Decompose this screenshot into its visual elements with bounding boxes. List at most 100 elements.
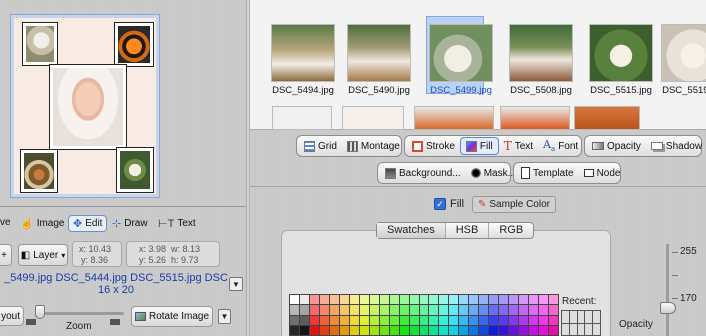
color-swatch[interactable] [519, 325, 529, 335]
color-swatch[interactable] [369, 325, 379, 335]
fill-checkbox[interactable]: ✓ [434, 198, 446, 210]
color-swatch[interactable] [329, 295, 339, 305]
color-swatch[interactable] [549, 295, 558, 305]
color-swatch[interactable] [309, 295, 319, 305]
color-swatch[interactable] [389, 305, 399, 315]
color-swatch[interactable] [459, 295, 469, 305]
color-swatch[interactable] [529, 305, 539, 315]
color-swatch[interactable] [439, 305, 449, 315]
thumbnail-item[interactable]: DSC_5508.jpg [504, 16, 578, 96]
color-swatch[interactable] [429, 315, 439, 325]
color-swatch[interactable] [359, 315, 369, 325]
color-swatch[interactable] [459, 325, 469, 335]
swatch-grid[interactable] [289, 294, 559, 336]
color-swatch[interactable] [359, 295, 369, 305]
color-swatch[interactable] [299, 315, 309, 325]
color-swatch[interactable] [399, 325, 409, 335]
recent-swatch[interactable] [593, 311, 600, 323]
montage-button[interactable]: Montage [342, 137, 405, 155]
color-swatch[interactable] [499, 315, 509, 325]
color-swatch[interactable] [529, 325, 539, 335]
layout-button[interactable]: yout [0, 306, 24, 326]
color-swatch[interactable] [389, 315, 399, 325]
color-swatch[interactable] [529, 315, 539, 325]
color-swatch[interactable] [339, 305, 349, 315]
grid-button[interactable]: Grid [299, 137, 342, 155]
color-swatch[interactable] [299, 295, 309, 305]
recent-swatch[interactable] [562, 311, 569, 323]
zoom-slider-thumb[interactable] [35, 305, 46, 319]
shadow-button[interactable]: Shadow [646, 137, 706, 155]
color-swatch[interactable] [319, 315, 329, 325]
color-swatch[interactable] [399, 305, 409, 315]
add-layer-button[interactable]: + [0, 244, 12, 266]
color-swatch[interactable] [369, 305, 379, 315]
color-swatch[interactable] [419, 315, 429, 325]
color-swatch[interactable] [339, 325, 349, 335]
opacity-button[interactable]: Opacity [587, 137, 646, 155]
template-button[interactable]: Template [516, 164, 579, 182]
thumbnail-item[interactable] [342, 106, 404, 130]
rotate-image-button[interactable]: Rotate Image [131, 306, 213, 327]
color-swatch[interactable] [290, 315, 299, 325]
color-swatch[interactable] [499, 325, 509, 335]
color-swatch[interactable] [459, 305, 469, 315]
color-swatch[interactable] [409, 305, 419, 315]
color-swatch[interactable] [359, 305, 369, 315]
recent-colors-grid[interactable] [561, 310, 601, 336]
color-swatch[interactable] [389, 325, 399, 335]
color-swatch[interactable] [379, 305, 389, 315]
color-swatch[interactable] [429, 325, 439, 335]
recent-swatch[interactable] [593, 323, 600, 335]
text-button[interactable]: T Text [499, 137, 538, 155]
color-swatch[interactable] [309, 315, 319, 325]
tool-text[interactable]: ⊢T Text [158, 217, 196, 230]
color-swatch[interactable] [329, 305, 339, 315]
color-swatch[interactable] [489, 315, 499, 325]
sample-color-button[interactable]: ✎ Sample Color [472, 196, 556, 213]
color-swatch[interactable] [489, 305, 499, 315]
color-swatch[interactable] [519, 315, 529, 325]
color-swatch[interactable] [469, 305, 479, 315]
color-swatch[interactable] [479, 295, 489, 305]
page-preview[interactable] [10, 14, 160, 198]
color-swatch[interactable] [349, 315, 359, 325]
color-swatch[interactable] [509, 315, 519, 325]
tool-move-partial[interactable]: ve [0, 217, 11, 228]
color-swatch[interactable] [529, 295, 539, 305]
selected-files-list[interactable]: _5499.jpg DSC_5444.jpg DSC_5515.jpg DSC [0, 272, 232, 284]
color-swatch[interactable] [329, 325, 339, 335]
thumbnail-item[interactable] [500, 106, 570, 130]
layer-menu-button[interactable]: ◧ Layer ▾ [18, 244, 68, 266]
fill-button[interactable]: Fill [459, 137, 499, 155]
color-swatch[interactable] [519, 295, 529, 305]
recent-swatch[interactable] [577, 323, 585, 335]
color-swatch[interactable] [479, 325, 489, 335]
color-swatch[interactable] [379, 325, 389, 335]
color-swatch[interactable] [329, 315, 339, 325]
color-swatch[interactable] [479, 305, 489, 315]
recent-swatch[interactable] [585, 323, 593, 335]
color-swatch[interactable] [429, 305, 439, 315]
color-swatch[interactable] [379, 295, 389, 305]
color-swatch[interactable] [319, 325, 329, 335]
opacity-slider-thumb[interactable] [660, 302, 676, 314]
color-swatch[interactable] [369, 315, 379, 325]
node-button[interactable]: Node [579, 164, 626, 182]
color-swatch[interactable] [539, 305, 549, 315]
color-swatch[interactable] [359, 325, 369, 335]
color-swatch[interactable] [449, 315, 459, 325]
thumbnail-item[interactable] [574, 106, 640, 130]
color-swatch[interactable] [349, 325, 359, 335]
recent-swatch[interactable] [569, 323, 577, 335]
color-swatch[interactable] [509, 295, 519, 305]
thumbnail-item[interactable]: DSC_5490.jpg [342, 16, 416, 96]
tool-image[interactable]: ☝ Image [20, 217, 65, 230]
montage-photo-bottom-left[interactable] [21, 150, 57, 192]
color-swatch[interactable] [349, 295, 359, 305]
color-swatch[interactable] [319, 295, 329, 305]
thumbnail-item[interactable]: DSC_5519.jpg [656, 16, 706, 96]
stroke-button[interactable]: Stroke [407, 137, 460, 155]
color-swatch[interactable] [449, 325, 459, 335]
color-swatch[interactable] [419, 295, 429, 305]
